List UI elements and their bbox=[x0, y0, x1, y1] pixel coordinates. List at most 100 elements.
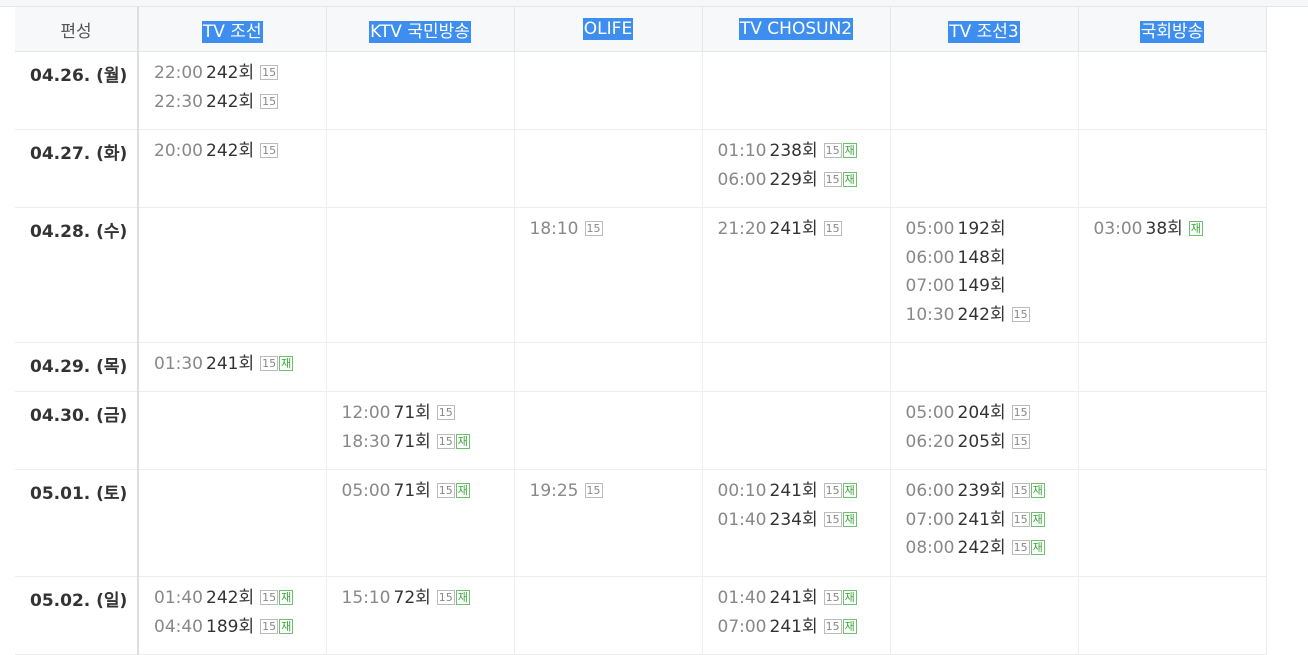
broadcast-time: 12:00 bbox=[341, 403, 391, 423]
broadcast-time: 15:10 bbox=[341, 588, 391, 608]
channel-header-ktv[interactable]: KTV 국민방송 bbox=[326, 7, 515, 52]
episode-number[interactable]: 229회 bbox=[770, 170, 818, 190]
channel-name[interactable]: TV 조선3 bbox=[948, 20, 1020, 43]
episode-number[interactable]: 148회 bbox=[958, 248, 1006, 268]
episode-number[interactable]: 72회 bbox=[394, 588, 431, 608]
age-rating-15-badge: 15 bbox=[436, 433, 455, 449]
channel-header-tv-chosun3[interactable]: TV 조선3 bbox=[890, 7, 1079, 52]
broadcast-entry[interactable]: 19:25 15 bbox=[530, 479, 702, 508]
broadcast-entry[interactable]: 05:00 71회 15 재 bbox=[342, 479, 514, 508]
channel-header-tv-chosun2[interactable]: TV CHOSUN2 bbox=[702, 7, 891, 52]
broadcast-time: 07:00 bbox=[905, 509, 955, 530]
episode-number[interactable]: 241회 bbox=[770, 588, 818, 608]
broadcast-entry[interactable]: 12:00 71회 15 bbox=[342, 401, 514, 430]
broadcast-entry[interactable]: 18:10 15 bbox=[530, 217, 702, 246]
broadcast-entry[interactable]: 06:00 229회 15 재 bbox=[718, 168, 890, 197]
episode-number[interactable]: 192회 bbox=[958, 219, 1006, 239]
episode-number[interactable]: 242회 bbox=[206, 588, 254, 608]
schedule-cell bbox=[514, 342, 703, 392]
rerun-badge: 재 bbox=[1030, 540, 1045, 555]
broadcast-entry[interactable]: 06:00 239회 15 재 bbox=[906, 479, 1078, 508]
episode-number[interactable]: 242회 bbox=[206, 141, 254, 161]
broadcast-entry[interactable]: 01:30 241회 15 재 bbox=[154, 352, 326, 381]
rerun-badge: 재 bbox=[842, 143, 857, 158]
schedule-cell bbox=[326, 207, 515, 343]
channel-name[interactable]: KTV 국민방송 bbox=[369, 20, 471, 43]
broadcast-entry[interactable]: 01:40 234회 15 재 bbox=[718, 508, 890, 537]
schedule-cell bbox=[514, 129, 703, 208]
episode-number[interactable]: 242회 bbox=[206, 63, 254, 83]
broadcast-entry[interactable]: 10:30 242회 15 bbox=[906, 303, 1078, 332]
rerun-badge: 재 bbox=[842, 618, 857, 634]
episode-number[interactable]: 242회 bbox=[206, 92, 254, 112]
broadcast-entry[interactable]: 00:10 241회 15 재 bbox=[718, 479, 890, 508]
schedule-table: 편성 TV 조선 KTV 국민방송 OLIFE TV CHOSUN2 TV 조선… bbox=[15, 7, 1267, 655]
episode-number[interactable]: 205회 bbox=[958, 432, 1006, 452]
schedule-cell bbox=[1078, 342, 1267, 392]
channel-name[interactable]: TV 조선 bbox=[201, 20, 263, 43]
schedule-cell bbox=[890, 576, 1079, 655]
schedule-cell: 03:00 38회 재 bbox=[1078, 207, 1267, 343]
episode-number[interactable]: 149회 bbox=[958, 276, 1006, 296]
broadcast-time: 08:00 bbox=[905, 538, 955, 558]
episode-number[interactable]: 238회 bbox=[770, 141, 818, 161]
channel-header-national-assembly-tv[interactable]: 국회방송 bbox=[1078, 7, 1267, 52]
episode-number[interactable]: 234회 bbox=[770, 510, 818, 530]
broadcast-entry[interactable]: 15:10 72회 15 재 bbox=[342, 586, 514, 615]
broadcast-entry[interactable]: 06:00 148회 bbox=[906, 246, 1078, 275]
rerun-badge: 재 bbox=[455, 433, 470, 449]
broadcast-entry[interactable]: 05:00 204회 15 bbox=[906, 401, 1078, 430]
schedule-cell: 22:00 242회 15 22:30 242회 15 bbox=[138, 51, 327, 130]
episode-number[interactable]: 204회 bbox=[958, 403, 1006, 423]
channel-header-tv-chosun[interactable]: TV 조선 bbox=[138, 7, 327, 52]
episode-number[interactable]: 242회 bbox=[958, 305, 1006, 325]
age-rating-15-badge: 15 bbox=[260, 618, 279, 634]
episode-number[interactable]: 71회 bbox=[394, 481, 431, 501]
schedule-cell bbox=[890, 342, 1079, 392]
schedule-cell bbox=[1078, 129, 1267, 208]
broadcast-entry[interactable]: 03:00 38회 재 bbox=[1094, 217, 1266, 246]
schedule-cell bbox=[138, 391, 327, 470]
broadcast-time: 06:00 bbox=[905, 247, 955, 268]
broadcast-entry[interactable]: 20:00 242회 15 bbox=[154, 139, 326, 168]
age-rating-15-badge: 15 bbox=[823, 590, 842, 605]
schedule-cell bbox=[1078, 391, 1267, 470]
schedule-cell: 01:30 241회 15 재 bbox=[138, 342, 327, 392]
broadcast-entry[interactable]: 05:00 192회 bbox=[906, 217, 1078, 246]
episode-number[interactable]: 241회 bbox=[770, 481, 818, 501]
schedule-cell bbox=[326, 342, 515, 392]
broadcast-entry[interactable]: 04:40 189회 15 재 bbox=[154, 615, 326, 644]
episode-number[interactable]: 241회 bbox=[770, 617, 818, 637]
broadcast-entry[interactable]: 22:00 242회 15 bbox=[154, 61, 326, 90]
broadcast-entry[interactable]: 07:00 241회 15 재 bbox=[718, 615, 890, 644]
broadcast-entry[interactable]: 06:20 205회 15 bbox=[906, 430, 1078, 459]
broadcast-entry[interactable]: 22:30 242회 15 bbox=[154, 90, 326, 119]
broadcast-entry[interactable]: 21:20 241회 15 bbox=[718, 217, 890, 246]
date-cell: 05.01. (토) bbox=[15, 469, 139, 577]
broadcast-entry[interactable]: 07:00 149회 bbox=[906, 274, 1078, 303]
schedule-cell bbox=[890, 129, 1079, 208]
episode-number[interactable]: 71회 bbox=[394, 432, 431, 452]
episode-number[interactable]: 189회 bbox=[206, 617, 254, 637]
age-rating-15-badge: 15 bbox=[823, 511, 842, 527]
episode-number[interactable]: 241회 bbox=[958, 510, 1006, 530]
broadcast-entry[interactable]: 01:40 241회 15 재 bbox=[718, 586, 890, 615]
episode-number[interactable]: 38회 bbox=[1146, 219, 1183, 239]
channel-name[interactable]: TV CHOSUN2 bbox=[738, 18, 854, 40]
channel-name[interactable]: OLIFE bbox=[582, 18, 634, 40]
episode-number[interactable]: 241회 bbox=[206, 354, 254, 374]
broadcast-entry[interactable]: 08:00 242회 15 재 bbox=[906, 536, 1078, 565]
broadcast-entry[interactable]: 01:40 242회 15 재 bbox=[154, 586, 326, 615]
episode-number[interactable]: 242회 bbox=[958, 538, 1006, 558]
broadcast-entry[interactable]: 07:00 241회 15 재 bbox=[906, 508, 1078, 537]
broadcast-entry[interactable]: 01:10 238회 15 재 bbox=[718, 139, 890, 168]
broadcast-entry[interactable]: 18:30 71회 15 재 bbox=[342, 430, 514, 459]
episode-number[interactable]: 71회 bbox=[394, 403, 431, 423]
channel-name[interactable]: 국회방송 bbox=[1139, 20, 1205, 43]
broadcast-time: 00:10 bbox=[717, 481, 767, 501]
episode-number[interactable]: 241회 bbox=[770, 219, 818, 239]
channel-header-olife[interactable]: OLIFE bbox=[514, 7, 703, 52]
episode-number[interactable]: 239회 bbox=[958, 481, 1006, 501]
broadcast-time: 19:25 bbox=[529, 481, 579, 501]
age-rating-15-badge: 15 bbox=[823, 618, 842, 634]
